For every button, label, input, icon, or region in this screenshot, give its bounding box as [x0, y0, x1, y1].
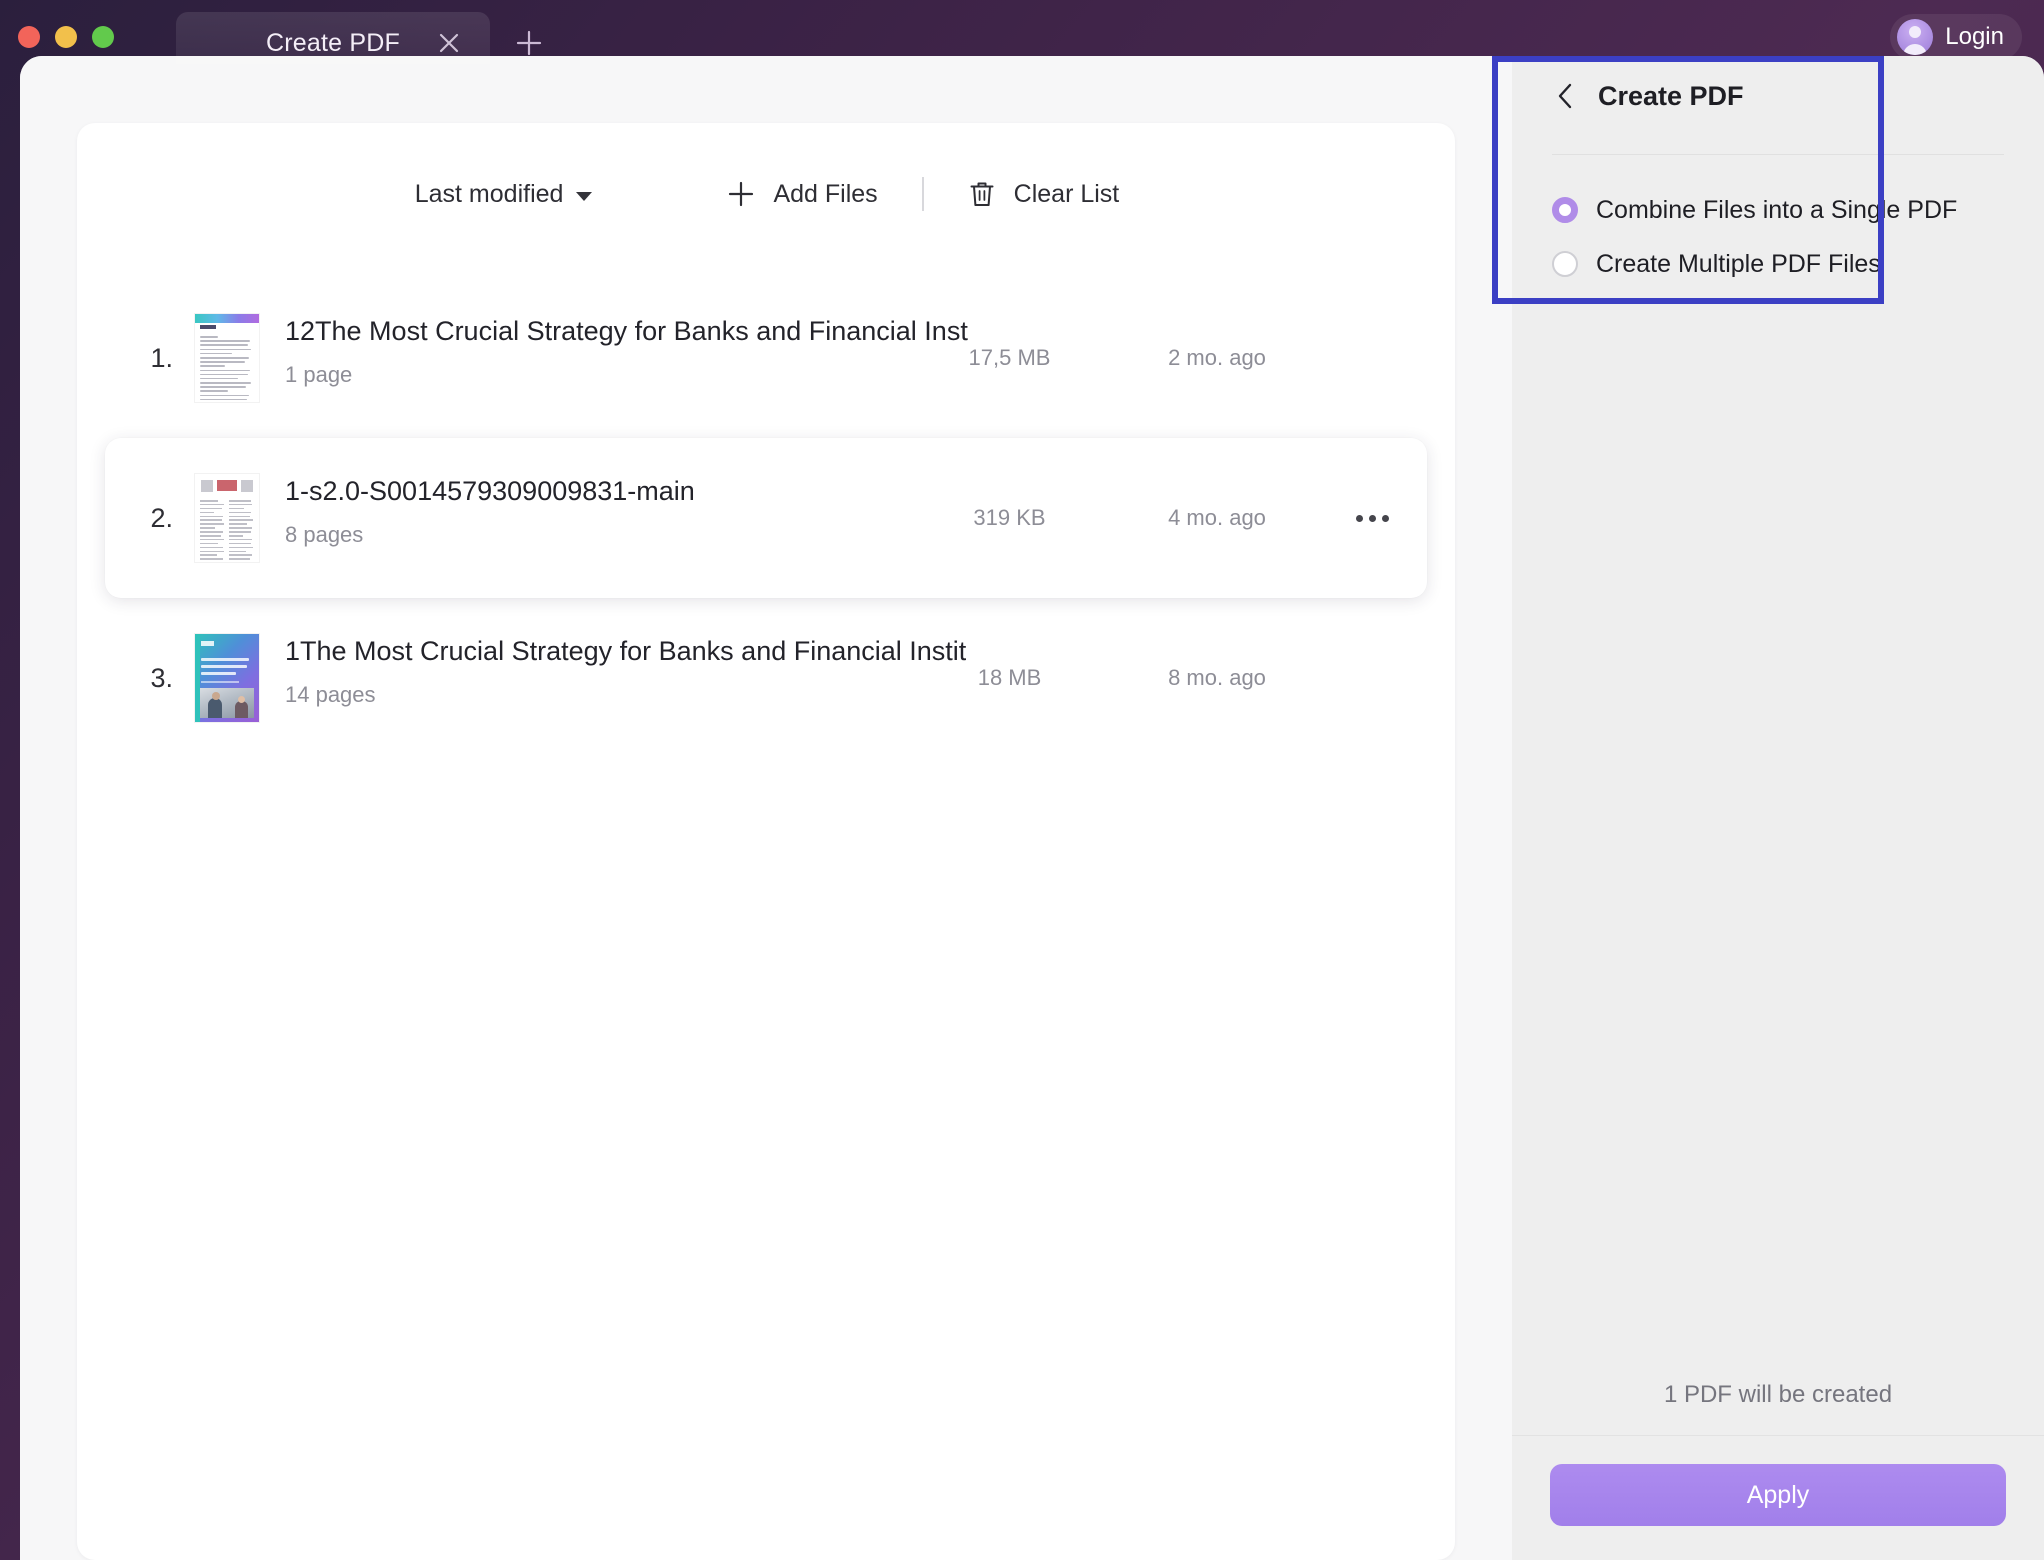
- user-avatar-icon: [1897, 19, 1934, 55]
- file-pages: 8 pages: [285, 522, 364, 547]
- file-name: 12The Most Crucial Strategy for Banks an…: [285, 316, 968, 346]
- radio-label: Create Multiple PDF Files: [1596, 249, 1881, 278]
- login-label: Login: [1945, 23, 2004, 50]
- file-list: 1. 12The Most Crucial Strategy for Banks…: [77, 278, 1455, 758]
- row-info: 1The Most Crucial Strategy for Banks and…: [285, 598, 966, 758]
- file-modified: 8 mo. ago: [1168, 665, 1266, 690]
- tab-label: Create PDF: [266, 28, 400, 57]
- trash-icon: [970, 182, 994, 206]
- traffic-light-buttons: [18, 26, 114, 48]
- file-size: 17,5 MB: [968, 345, 1051, 370]
- file-name: 1The Most Crucial Strategy for Banks and…: [285, 636, 967, 666]
- radio-indicator: [1552, 251, 1578, 277]
- chevron-left-icon[interactable]: [1552, 81, 1578, 111]
- app-window: Last modified Add Files Clear List 1. 12…: [20, 56, 2044, 1560]
- file-size: 319 KB: [973, 505, 1046, 530]
- toolbar-divider: [921, 177, 924, 211]
- paper-thumbnail: [195, 474, 259, 562]
- file-pages: 14 pages: [285, 682, 376, 707]
- apply-button[interactable]: Apply: [1550, 1464, 2006, 1526]
- clear-list-button[interactable]: Clear List: [960, 173, 1128, 215]
- file-name: 1-s2.0-S0014579309009831-main: [285, 476, 695, 506]
- panel-top: Create PDF Combine Files into a Single P…: [1512, 56, 2044, 291]
- file-pages: 1 page: [285, 362, 353, 387]
- apply-label: Apply: [1746, 1480, 1810, 1509]
- main-content: Last modified Add Files Clear List 1. 12…: [20, 56, 1512, 1560]
- file-size: 18 MB: [977, 665, 1042, 690]
- close-icon[interactable]: [434, 28, 464, 58]
- sort-label: Last modified: [414, 179, 564, 208]
- clear-list-label: Clear List: [1013, 179, 1120, 208]
- file-modified: 2 mo. ago: [1168, 345, 1266, 370]
- radio-indicator: [1552, 197, 1578, 223]
- row-index: 1.: [150, 342, 173, 373]
- radio-option-multiple[interactable]: Create Multiple PDF Files: [1552, 237, 2044, 291]
- add-files-label: Add Files: [773, 179, 878, 208]
- doc-text-thumbnail: [195, 314, 259, 402]
- new-tab-button[interactable]: [500, 12, 558, 74]
- list-toolbar: Last modified Add Files Clear List: [77, 165, 1455, 223]
- plus-icon: [729, 181, 754, 207]
- row-info: 1-s2.0-S0014579309009831-main 8 pages: [285, 438, 902, 598]
- row-index: 2.: [150, 502, 173, 533]
- radio-option-combine[interactable]: Combine Files into a Single PDF: [1552, 183, 2044, 237]
- panel-spacer: [1512, 291, 2044, 1381]
- zoom-window-button[interactable]: [92, 26, 114, 48]
- title-bar: Create PDF Login: [0, 0, 2044, 74]
- pdf-mode-radio-group: Combine Files into a Single PDF Create M…: [1512, 155, 2044, 291]
- file-list-card: Last modified Add Files Clear List 1. 12…: [77, 123, 1455, 1560]
- tab-strip: Create PDF: [176, 0, 558, 74]
- row-info: 12The Most Crucial Strategy for Banks an…: [285, 278, 968, 438]
- minimize-window-button[interactable]: [55, 26, 77, 48]
- close-window-button[interactable]: [18, 26, 40, 48]
- table-row[interactable]: 2. 1-s2.0-S0014579309009831-main 8 pages…: [105, 438, 1427, 598]
- row-index: 3.: [150, 662, 173, 693]
- table-row[interactable]: 3. 1The Most Crucial Strategy for Banks: [105, 598, 1427, 758]
- page-title: Create PDF: [1598, 80, 1744, 111]
- login-button[interactable]: Login: [1890, 14, 2022, 60]
- file-modified: 4 mo. ago: [1168, 505, 1266, 530]
- table-row[interactable]: 1. 12The Most Crucial Strategy for Banks…: [105, 278, 1427, 438]
- row-menu-button[interactable]: [1317, 514, 1427, 522]
- radio-label: Combine Files into a Single PDF: [1596, 195, 1958, 224]
- status-text: 1 PDF will be created: [1663, 1381, 1893, 1408]
- chevron-down-icon: [576, 191, 593, 201]
- tab-create-pdf[interactable]: Create PDF: [176, 12, 490, 74]
- panel-footer: Apply: [1512, 1435, 2044, 1560]
- create-pdf-panel: Create PDF Combine Files into a Single P…: [1512, 56, 2044, 1560]
- add-files-button[interactable]: Add Files: [718, 173, 885, 215]
- cover-thumbnail: [195, 634, 259, 722]
- sort-dropdown[interactable]: Last modified: [405, 174, 603, 215]
- plus-icon: [516, 30, 542, 56]
